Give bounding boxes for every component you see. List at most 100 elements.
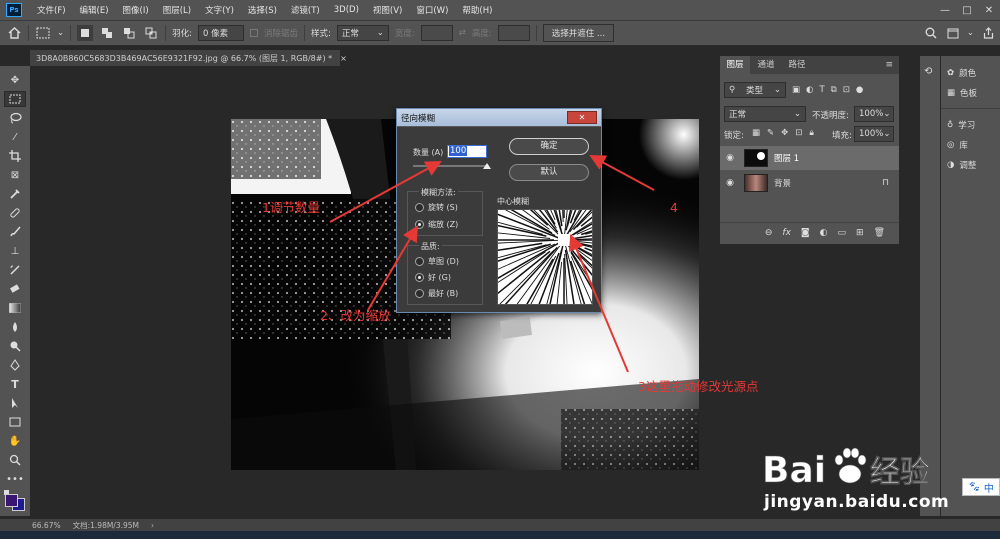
- height-input[interactable]: [497, 25, 530, 41]
- close-button[interactable]: ✕: [978, 5, 1000, 16]
- good-radio[interactable]: [415, 273, 424, 282]
- best-radio[interactable]: [415, 289, 424, 298]
- move-tool-icon[interactable]: ✥: [4, 72, 26, 88]
- draft-radio[interactable]: [415, 257, 424, 266]
- panel-menu-icon[interactable]: ≡: [885, 60, 893, 70]
- type-filter-icon[interactable]: T: [819, 85, 824, 95]
- share-icon[interactable]: [980, 25, 996, 41]
- dodge-tool-icon[interactable]: [4, 338, 26, 354]
- visibility-eye-icon[interactable]: ◉: [720, 178, 740, 188]
- chevron-right-icon[interactable]: ›: [151, 521, 154, 530]
- menu-help[interactable]: 帮助(H): [455, 4, 499, 16]
- marquee-preset-icon[interactable]: [35, 25, 51, 41]
- crop-tool-icon[interactable]: [4, 148, 26, 164]
- fill-input[interactable]: 100% ⌄: [854, 126, 894, 142]
- tab-paths[interactable]: 路径: [782, 56, 812, 74]
- panel-swatches[interactable]: ▦ 色板: [941, 84, 1000, 102]
- eyedropper-tool-icon[interactable]: [4, 186, 26, 202]
- add-selection-icon[interactable]: [99, 25, 115, 41]
- lock-all-icon[interactable]: 🔒︎: [809, 128, 814, 138]
- maximize-button[interactable]: □: [956, 5, 978, 16]
- gradient-tool-icon[interactable]: [4, 300, 26, 316]
- brush-tool-icon[interactable]: [4, 224, 26, 240]
- menu-filter[interactable]: 滤镜(T): [284, 4, 327, 16]
- blur-center-preview[interactable]: [497, 209, 593, 305]
- menu-file[interactable]: 文件(F): [30, 4, 73, 16]
- chevron-down-icon[interactable]: ⌄: [57, 28, 64, 38]
- rectangle-tool-icon[interactable]: [4, 414, 26, 430]
- lock-image-icon[interactable]: ✎: [767, 128, 774, 138]
- visibility-eye-icon[interactable]: ◉: [720, 153, 740, 163]
- layer-row-background[interactable]: ◉ 背景 ⊓: [720, 171, 899, 195]
- history-icon[interactable]: ⟲: [924, 66, 940, 77]
- magic-wand-tool-icon[interactable]: ⁄: [4, 129, 26, 145]
- panel-color[interactable]: ✿ 颜色: [941, 64, 1000, 82]
- spin-radio[interactable]: [415, 203, 424, 212]
- subtract-selection-icon[interactable]: [121, 25, 137, 41]
- lasso-tool-icon[interactable]: [4, 110, 26, 126]
- amount-input[interactable]: 100: [447, 145, 487, 158]
- healing-brush-tool-icon[interactable]: [4, 205, 26, 221]
- workspace-icon[interactable]: [945, 25, 961, 41]
- menu-type[interactable]: 文字(Y): [198, 4, 241, 16]
- type-tool-icon[interactable]: T: [4, 376, 26, 392]
- width-input[interactable]: [420, 25, 453, 41]
- intersect-selection-icon[interactable]: [143, 25, 159, 41]
- lock-position-icon[interactable]: ✥: [781, 128, 788, 138]
- menu-3d[interactable]: 3D(D): [327, 5, 366, 15]
- amount-slider-track[interactable]: [413, 165, 489, 167]
- layer-row-layer1[interactable]: ◉ 图层 1: [720, 146, 899, 170]
- menu-view[interactable]: 视图(V): [366, 4, 409, 16]
- dialog-titlebar[interactable]: 径向模糊 ✕: [397, 109, 601, 126]
- blur-tool-icon[interactable]: [4, 319, 26, 335]
- menu-window[interactable]: 窗口(W): [409, 4, 455, 16]
- path-selection-tool-icon[interactable]: [4, 395, 26, 411]
- zoom-radio[interactable]: [415, 220, 424, 229]
- hand-tool-icon[interactable]: ✋: [4, 433, 26, 449]
- shape-filter-icon[interactable]: ⧉: [831, 85, 837, 95]
- group-icon[interactable]: ▭: [838, 228, 847, 238]
- panel-libraries[interactable]: ◎ 库: [941, 136, 1000, 154]
- pen-tool-icon[interactable]: [4, 357, 26, 373]
- tab-layers[interactable]: 图层: [720, 56, 750, 74]
- blend-mode-select[interactable]: 正常 ⌄: [724, 106, 806, 122]
- filter-toggle-icon[interactable]: ●: [856, 85, 863, 95]
- document-tab[interactable]: 3D8A0B860C5683D3B469AC56E9321F92.jpg @ 6…: [30, 50, 347, 66]
- mask-icon[interactable]: ◙: [801, 228, 810, 238]
- history-brush-tool-icon[interactable]: [4, 262, 26, 278]
- ok-button[interactable]: 确定: [509, 138, 589, 155]
- pixel-filter-icon[interactable]: ▣: [792, 85, 800, 95]
- feather-input[interactable]: 0 像素: [198, 25, 244, 41]
- chevron-down-icon[interactable]: ⌄: [967, 28, 974, 38]
- lock-transparent-icon[interactable]: ▦: [752, 128, 760, 138]
- home-icon[interactable]: [6, 25, 22, 41]
- clone-stamp-tool-icon[interactable]: ⊥: [4, 243, 26, 259]
- minimize-button[interactable]: —: [934, 5, 956, 16]
- zoom-level[interactable]: 66.67%: [32, 521, 61, 530]
- ime-indicator[interactable]: 🐾︎ 中: [962, 478, 1000, 496]
- panel-learn[interactable]: ♁ 学习: [941, 116, 1000, 134]
- adjustment-filter-icon[interactable]: ◐: [806, 85, 813, 95]
- link-icon[interactable]: ⊖: [765, 228, 773, 238]
- new-selection-icon[interactable]: [77, 25, 94, 41]
- opacity-input[interactable]: 100% ⌄: [854, 106, 894, 122]
- menu-image[interactable]: 图像(I): [116, 4, 156, 16]
- tab-channels[interactable]: 通道: [750, 56, 782, 74]
- rectangular-marquee-tool-icon[interactable]: [4, 91, 26, 107]
- default-button[interactable]: 默认: [509, 164, 589, 181]
- menu-select[interactable]: 选择(S): [241, 4, 284, 16]
- trash-icon[interactable]: 🗑︎: [874, 228, 885, 238]
- zoom-tool-icon[interactable]: [4, 452, 26, 468]
- foreground-color-swatch[interactable]: [5, 494, 18, 507]
- adjustment-icon[interactable]: ◐: [820, 228, 828, 238]
- menu-layer[interactable]: 图层(L): [156, 4, 198, 16]
- search-icon[interactable]: [923, 25, 939, 41]
- eraser-tool-icon[interactable]: [4, 281, 26, 297]
- new-layer-icon[interactable]: ⊞: [856, 228, 864, 238]
- style-select[interactable]: 正常 ⌄: [336, 25, 389, 41]
- panel-adjustments[interactable]: ◑ 调整: [941, 156, 1000, 174]
- menu-edit[interactable]: 编辑(E): [73, 4, 116, 16]
- smart-object-filter-icon[interactable]: ⊡: [843, 85, 850, 95]
- more-tools-icon[interactable]: •••: [4, 471, 26, 487]
- filter-kind-select[interactable]: ⚲ 类型 ⌄: [724, 82, 786, 98]
